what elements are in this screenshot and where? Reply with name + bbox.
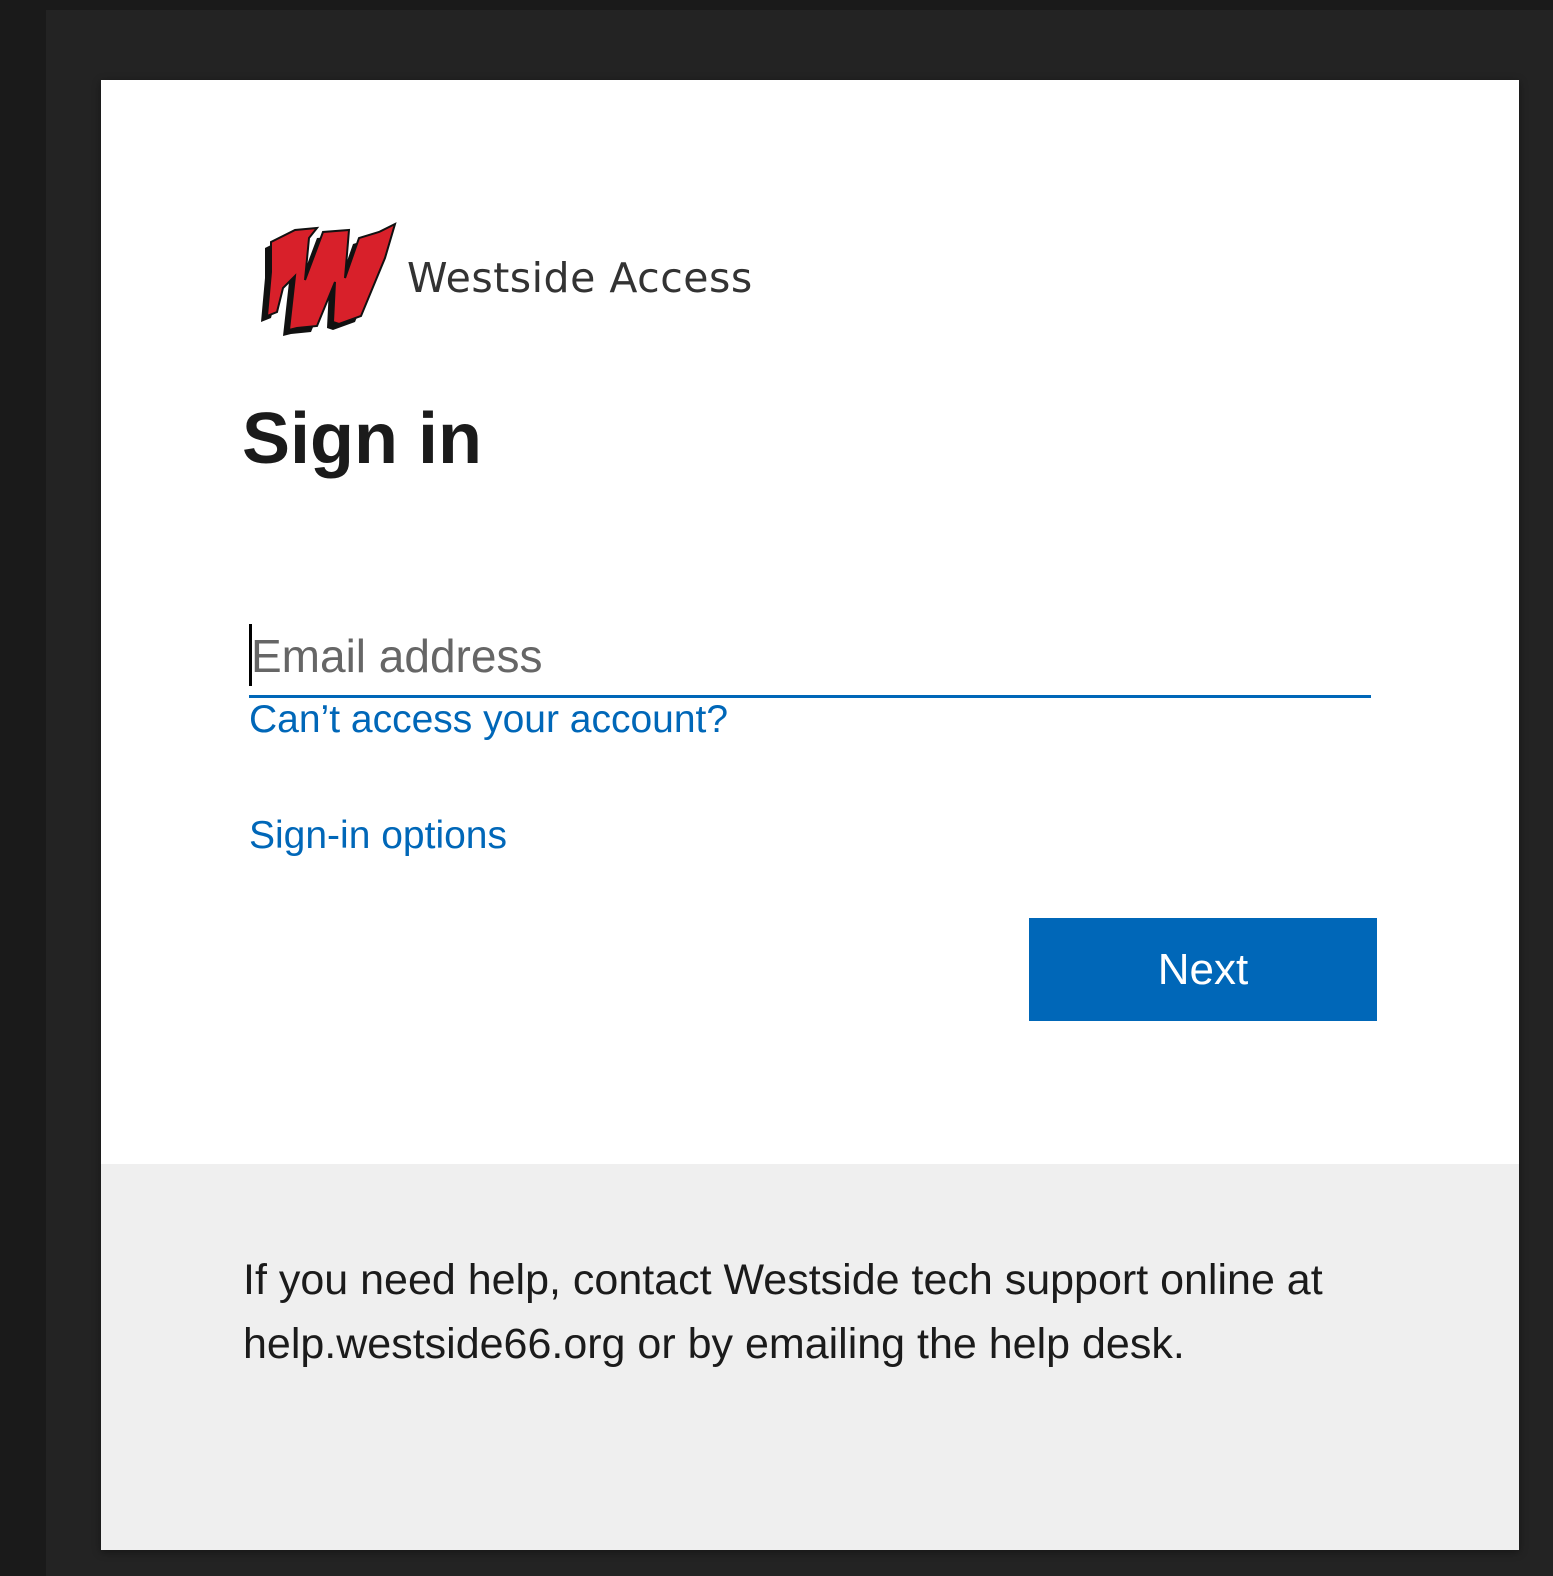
signin-options-link[interactable]: Sign-in options (249, 812, 507, 860)
cant-access-account-link[interactable]: Can’t access your account? (249, 696, 728, 744)
next-button[interactable]: Next (1029, 918, 1377, 1021)
brand-name: Westside Access (407, 254, 753, 302)
help-footer: If you need help, contact Westside tech … (101, 1164, 1519, 1550)
email-field[interactable] (249, 616, 1371, 698)
westside-w-logo-icon (261, 222, 397, 336)
page-title: Sign in (242, 399, 482, 479)
text-caret (249, 624, 252, 686)
brand-logo: Westside Access (253, 218, 753, 338)
help-text: If you need help, contact Westside tech … (243, 1256, 1323, 1368)
signin-card: Westside Access Sign in Can’t access you… (101, 80, 1519, 1550)
